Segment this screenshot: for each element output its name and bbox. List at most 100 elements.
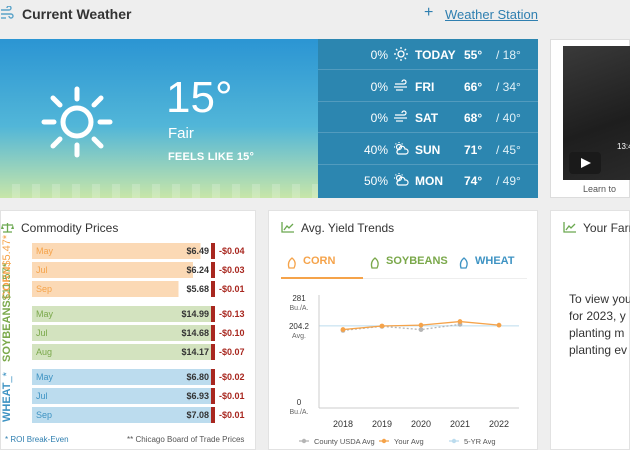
price-change: -$0.03: [219, 265, 245, 275]
weather-header: Current Weather + Weather Station: [0, 0, 630, 30]
data-point[interactable]: [418, 327, 424, 332]
soybean-icon[interactable]: [369, 257, 381, 269]
farm-message-line: for 2023, y: [569, 309, 626, 323]
plus-icon[interactable]: +: [424, 4, 433, 22]
commodity-name: SOYBEANS: [1, 300, 13, 362]
legend-label: County USDA Avg: [314, 437, 375, 446]
yield-chart: 281 Bu./A. 204.2 Avg. 0 Bu./A. 2018 2019 2020 202…: [289, 294, 519, 446]
trend-icon: [281, 222, 294, 233]
yield-title: Avg. Yield Trends: [301, 221, 395, 235]
y-tick-label: 204.2: [289, 322, 310, 331]
y-tick-sublabel: Bu./A.: [289, 305, 308, 312]
price-change: -$0.01: [219, 284, 245, 294]
change-bar: [211, 369, 215, 385]
sun-icon: [41, 86, 113, 158]
price-change: -$0.01: [219, 410, 245, 420]
current-condition: Fair: [168, 125, 194, 142]
tab-corn[interactable]: CORN: [303, 255, 335, 267]
video-thumbnail[interactable]: 13:4: [563, 46, 630, 180]
forecast-low: / 18°: [496, 48, 521, 62]
contract-month: May: [36, 309, 54, 319]
forecast-high: 55°: [464, 48, 483, 62]
contract-price: $6.80: [186, 372, 209, 382]
price-row[interactable]: May $6.49: [32, 243, 215, 259]
commodity-name: WHEAT: [1, 382, 13, 422]
data-point[interactable]: [418, 322, 424, 328]
forecast-row: 40% SUN 71° / 45°: [318, 134, 538, 165]
forecast-low: / 40°: [496, 111, 521, 126]
forecast-panel: 0% TODAY 55° / 18° 0% FRI 66° / 34° 0% SAT 68° / 40…: [318, 39, 538, 198]
forecast-row: 0% SAT 68° / 40°: [318, 102, 538, 134]
play-icon[interactable]: [569, 152, 601, 174]
farm-message-line: planting ev: [569, 343, 628, 357]
contract-price: $6.93: [186, 391, 209, 401]
price-change: -$0.02: [219, 372, 245, 382]
cbot-footnote: ** Chicago Board of Trade Prices: [127, 435, 245, 444]
forecast-day: MON: [415, 174, 443, 189]
contract-price: $14.17: [181, 347, 209, 357]
forecast-low: / 34°: [496, 79, 521, 94]
forecast-high: 66°: [464, 79, 483, 94]
y-tick-sublabel: Avg.: [292, 333, 306, 340]
forecast-row: 0% FRI 66° / 34°: [318, 71, 538, 102]
contract-price: $14.68: [181, 328, 209, 338]
price-row[interactable]: May $14.99: [32, 306, 215, 322]
current-temperature: 15°: [166, 73, 233, 122]
tab-wheat[interactable]: WHEAT: [475, 255, 515, 267]
price-row[interactable]: Sep $7.08: [32, 407, 215, 423]
scale-icon: [1, 223, 14, 233]
forecast-high: 74°: [464, 174, 483, 189]
yield-trends-card: Avg. Yield Trends 281 Bu./A. 204.2 Avg. 0 Bu.…: [268, 210, 538, 450]
price-row[interactable]: Jul $6.93: [32, 388, 215, 404]
your-farm-card: Your Farm To view you for 2023, y planti…: [550, 210, 630, 450]
farm-title: Your Farm: [583, 221, 630, 235]
partly-sunny-icon: [394, 141, 409, 155]
precip-chance: 0%: [370, 48, 388, 62]
farm-message: To view you for 2023, y planting m plant…: [569, 291, 630, 359]
x-tick-label: 2020: [411, 419, 431, 429]
wheat-icon[interactable]: [458, 257, 470, 269]
contract-price: $6.49: [186, 246, 209, 256]
tab-soybeans[interactable]: SOYBEANS: [386, 255, 448, 267]
change-bar: [211, 344, 215, 360]
feels-like: FEELS LIKE 15°: [168, 151, 255, 163]
partly-sunny-icon: [394, 173, 409, 186]
commodity-prices-card: Commodity Prices * ROI Break-Even ** Chi…: [0, 210, 256, 450]
price-row[interactable]: Sep $5.68: [32, 281, 215, 297]
forecast-low: / 45°: [496, 142, 521, 157]
x-tick-label: 2022: [489, 419, 509, 429]
contract-month: Aug: [36, 347, 53, 357]
contract-month: Jul: [36, 391, 48, 401]
data-point[interactable]: [496, 322, 502, 328]
contract-price: $14.99: [181, 309, 209, 319]
video-card[interactable]: 13:4 Learn to: [550, 39, 630, 198]
precip-chance: 40%: [363, 142, 388, 157]
page-title: Current Weather: [22, 6, 132, 22]
change-bar: [211, 243, 215, 259]
corn-icon[interactable]: [286, 257, 298, 269]
price-row[interactable]: May $6.80: [32, 369, 215, 385]
price-row[interactable]: Jul $6.24: [32, 262, 215, 278]
forecast-row: 0% TODAY 55° / 18°: [318, 39, 538, 70]
commodity-title: Commodity Prices: [21, 221, 119, 235]
data-point[interactable]: [340, 327, 346, 332]
price-row[interactable]: Jul $14.68: [32, 325, 215, 341]
forecast-day: FRI: [415, 79, 435, 94]
y-tick-label: 281: [292, 294, 306, 303]
video-caption[interactable]: Learn to: [583, 184, 616, 194]
contract-price: $7.08: [186, 410, 209, 420]
commodity-group-label: WHEAT_*: [1, 369, 27, 425]
current-weather-panel: 15° Fair FEELS LIKE 15°: [0, 39, 318, 198]
data-point[interactable]: [457, 319, 463, 324]
data-point[interactable]: [379, 323, 385, 329]
breakeven-price: _*: [1, 372, 13, 383]
price-change: -$0.04: [219, 246, 245, 256]
farm-message-line: planting m: [569, 326, 625, 340]
contract-month: Jul: [36, 328, 48, 338]
price-row[interactable]: Aug $14.17: [32, 344, 215, 360]
price-change: -$0.01: [219, 391, 245, 401]
legend-label: 5-YR Avg: [464, 437, 496, 446]
price-change: -$0.07: [219, 347, 245, 357]
weather-station-link[interactable]: Weather Station: [445, 7, 538, 22]
forecast-row: 50% MON 74° / 49°: [318, 165, 538, 196]
